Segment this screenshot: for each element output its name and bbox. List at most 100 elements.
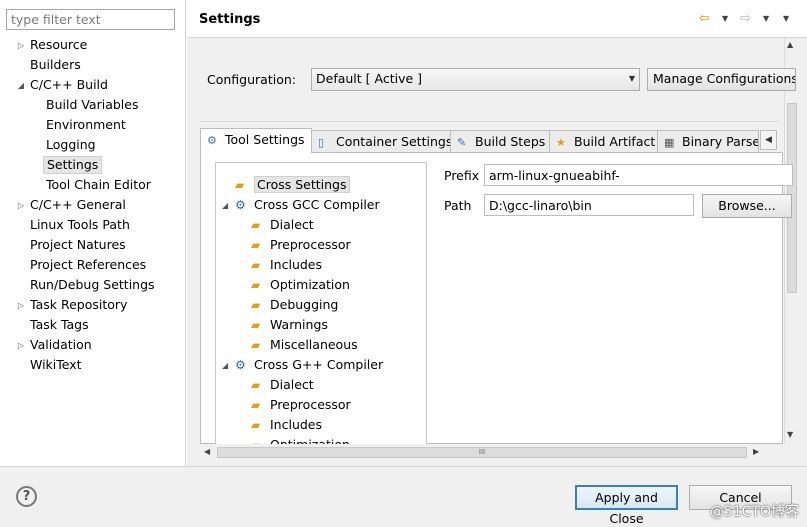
forward-icon[interactable]: ⇨ [740,11,751,26]
folder-icon: ▰ [251,378,261,392]
folder-icon: ▰ [235,178,245,192]
hscroll-thumb[interactable]: III [217,447,747,458]
tool-tree-item[interactable]: ▰ Preprocessor [251,236,351,256]
collapsed-icon[interactable]: ▷ [16,297,26,315]
path-field[interactable] [484,194,694,216]
collapsed-icon[interactable]: ▷ [16,337,26,355]
tab-build-steps[interactable]: ✎ Build Steps [450,130,550,152]
tool-tree-item[interactable]: ▰ Miscellaneous [251,336,358,356]
tool-tree-item[interactable]: ▰ Cross Settings [235,176,350,196]
prefix-label: Prefix [444,168,480,183]
nav-item[interactable]: Logging [0,136,186,156]
build-steps-icon: ✎ [457,136,467,149]
folder-icon: ▰ [251,318,261,332]
configuration-select[interactable]: Default [ Active ] ▼ [311,68,640,91]
gear-icon: ⚙ [207,134,217,147]
tool-tree-label: Miscellaneous [270,337,358,352]
scroll-up-icon[interactable]: ▲ [787,40,793,49]
tool-tree-label: Debugging [270,297,339,312]
apply-and-close-button[interactable]: Apply and Close [575,485,678,526]
configuration-label: Configuration: [207,72,296,87]
nav-item[interactable]: Settings [0,156,186,176]
tool-tree-item[interactable]: ▰ Includes [251,416,322,436]
collapsed-icon[interactable]: ▷ [16,37,26,55]
collapsed-icon[interactable]: ▷ [16,197,26,215]
watermark: @51CTO博客 [709,504,799,520]
nav-item[interactable]: ▷ Task Repository [0,296,186,316]
expanded-icon[interactable]: ◢ [222,197,228,215]
dialog-footer: ? Apply and Close Cancel @51CTO博客 [0,466,807,527]
nav-item[interactable]: Run/Debug Settings [0,276,186,296]
nav-item[interactable]: ▷ Validation [0,336,186,356]
nav-item[interactable]: Build Variables [0,96,186,116]
scroll-left-icon[interactable]: ◀ [204,447,210,456]
horizontal-scrollbar[interactable]: ◀ III ▶ [200,444,784,461]
nav-item[interactable]: Task Tags [0,316,186,336]
nav-item[interactable]: Tool Chain Editor [0,176,186,196]
nav-item-label: C/C++ General [30,197,126,212]
manage-configurations-button[interactable]: Manage Configurations... [647,68,796,91]
nav-item[interactable]: WikiText [0,356,186,376]
tool-tree-item[interactable]: ◢ ⚙ Cross GCC Compiler [222,196,380,216]
nav-item[interactable]: Linux Tools Path [0,216,186,236]
folder-icon: ▰ [251,278,261,292]
scroll-right-icon[interactable]: ▶ [753,447,759,456]
expanded-icon[interactable]: ◢ [16,77,26,95]
tool-tree-item[interactable]: ▰ Dialect [251,216,314,236]
preferences-nav-pane: ▷ Resource Builders ◢ C/C++ Build Build Varia… [0,0,186,466]
nav-item[interactable]: ▷ C/C++ General [0,196,186,216]
configuration-value: Default [ Active ] [316,71,423,86]
nav-item-label: C/C++ Build [30,77,108,92]
tool-settings-tree: ▰ Cross Settings ◢ ⚙ Cross GCC Compiler ▰ Dial… [215,162,427,445]
folder-icon: ▰ [251,338,261,352]
forward-menu-icon[interactable]: ▼ [763,14,769,23]
back-menu-icon[interactable]: ▼ [722,14,728,23]
tool-tree-label: Dialect [270,217,314,232]
tab-container-settings[interactable]: ▯ Container Settings [311,130,451,152]
nav-item-label: Build Variables [46,97,139,112]
nav-item[interactable]: Project References [0,256,186,276]
hscroll-grip: III [478,448,486,456]
nav-item-label: Settings [43,156,103,174]
prefix-field[interactable] [484,164,793,186]
tab-scroll-left-icon[interactable]: ◀ [760,130,777,150]
tool-tree-item[interactable]: ▰ Debugging [251,296,338,316]
filter-input[interactable] [6,9,175,30]
tool-tree-label: Preprocessor [270,397,351,412]
tool-tree-item[interactable]: ▰ Includes [251,256,322,276]
view-menu-icon[interactable]: ▼ [783,14,789,23]
folder-icon: ▰ [251,218,261,232]
nav-item-label: Task Tags [30,317,89,332]
folder-icon: ▰ [251,298,261,312]
tool-tree-label: Includes [270,257,323,272]
nav-item[interactable]: ◢ C/C++ Build [0,76,186,96]
tab-build-artifact[interactable]: ★ Build Artifact [549,130,658,152]
tab-tool-settings[interactable]: ⚙ Tool Settings [200,128,312,153]
page-header: Settings ⇦ ▼ ⇨ ▼ ▼ [187,0,807,38]
nav-item-label: Task Repository [30,297,128,312]
nav-item[interactable]: Builders [0,56,186,76]
nav-item[interactable]: ▷ Resource [0,36,186,56]
back-icon[interactable]: ⇦ [699,11,710,26]
tool-tree-item[interactable]: ▰ Preprocessor [251,396,351,416]
browse-button[interactable]: Browse... [702,194,792,218]
vertical-scrollbar[interactable]: ▲ ▼ [784,38,798,444]
nav-item-label: Project References [30,257,147,272]
nav-item[interactable]: Project Natures [0,236,186,256]
scroll-down-icon[interactable]: ▼ [787,430,793,439]
tab-strip: ⚙ Tool Settings ▯ Container Settings ✎ Buil… [200,128,780,153]
nav-item[interactable]: Environment [0,116,186,136]
tool-tree-item[interactable]: ▰ Dialect [251,376,314,396]
configuration-row: Configuration: Default [ Active ] ▼ Mana… [200,62,796,122]
tool-tree-label: Preprocessor [270,237,351,252]
tool-tree-label: Warnings [270,317,328,332]
tab-binary-parser[interactable]: ▦ Binary Parse [657,130,759,152]
expanded-icon[interactable]: ◢ [222,357,228,375]
help-icon[interactable]: ? [16,486,37,507]
tool-tree-item[interactable]: ▰ Warnings [251,316,328,336]
nav-item-label: Run/Debug Settings [30,277,155,292]
nav-item-label: Tool Chain Editor [46,177,151,192]
container-icon: ▯ [318,136,325,149]
tool-tree-item[interactable]: ◢ ⚙ Cross G++ Compiler [222,356,383,376]
tool-tree-item[interactable]: ▰ Optimization [251,276,350,296]
